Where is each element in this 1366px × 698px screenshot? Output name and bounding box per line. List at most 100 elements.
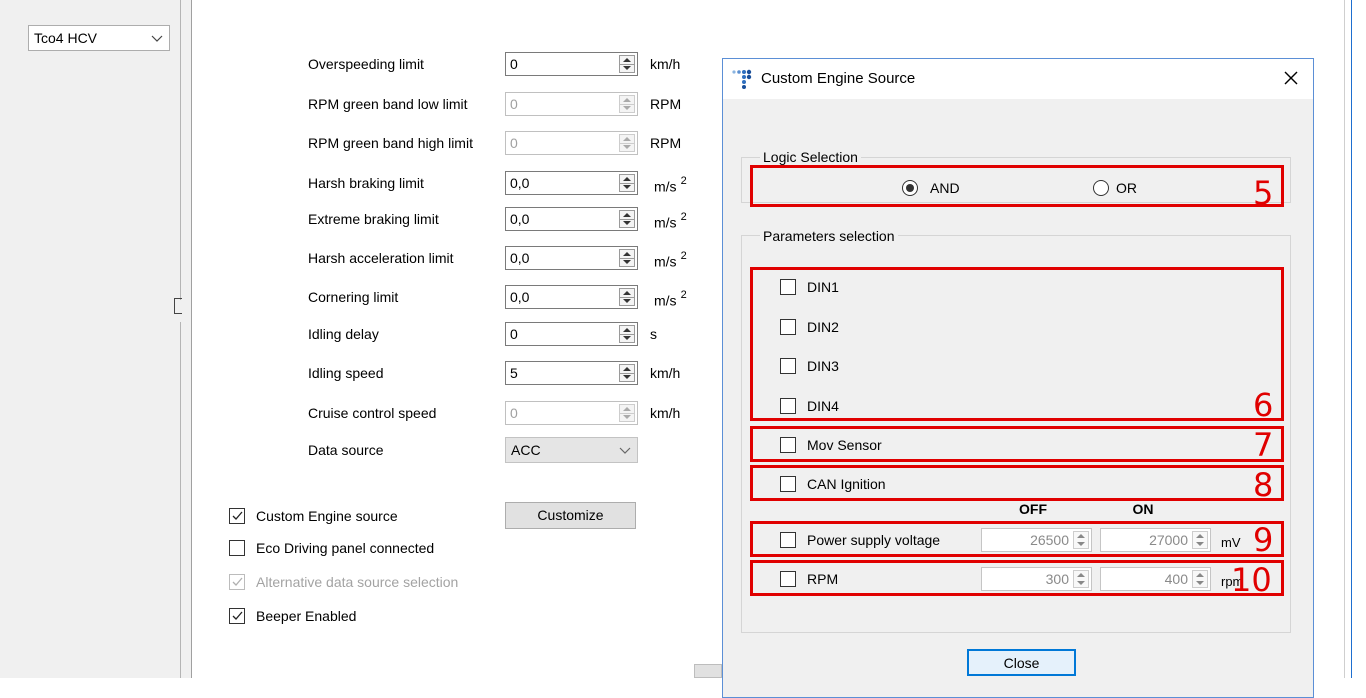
custom-engine-source-label: Custom Engine source <box>256 508 398 524</box>
harsh-braking-limit-label: Harsh braking limit <box>308 175 424 191</box>
annotation-box-8 <box>750 465 1284 501</box>
eco-driving-panel-connected-label: Eco Driving panel connected <box>256 540 435 556</box>
overspeeding-limit-unit: km/h <box>650 54 680 74</box>
spinner-arrows-icon[interactable] <box>619 404 635 422</box>
spinner-arrows-icon[interactable] <box>619 174 635 192</box>
unit-text: km/h <box>650 56 681 72</box>
spinner-arrows-icon[interactable] <box>619 288 635 306</box>
on-header: ON <box>1132 501 1154 517</box>
cruise-control-speed-label: Cruise control speed <box>308 405 437 421</box>
rpm-green-band-low-limit-label: RPM green band low limit <box>308 96 468 112</box>
close-icon[interactable] <box>1281 68 1301 88</box>
extreme-braking-limit-spinner[interactable]: 0,0 <box>505 207 638 231</box>
spinner-arrows-icon[interactable] <box>619 95 635 113</box>
eco-driving-panel-connected-checkbox[interactable] <box>229 540 245 556</box>
cornering-limit-label: Cornering limit <box>308 289 399 305</box>
chevron-down-icon <box>619 447 631 454</box>
harsh-acceleration-limit-label: Harsh acceleration limit <box>308 250 454 266</box>
idling-speed-label: Idling speed <box>308 365 384 381</box>
custom-engine-source-checkbox[interactable] <box>229 508 245 524</box>
harsh-braking-limit-value: 0,0 <box>510 175 530 191</box>
unit-text: s <box>650 326 657 342</box>
idling-delay-label: Idling delay <box>308 326 379 342</box>
beeper-enabled-label: Beeper Enabled <box>256 608 357 624</box>
annotation-number-6: 6 <box>1253 386 1274 424</box>
unit-exponent: 2 <box>680 211 687 223</box>
annotation-number-5: 5 <box>1253 174 1274 212</box>
idling-speed-spinner[interactable]: 5 <box>505 361 638 385</box>
chevron-down-icon <box>151 35 163 42</box>
annotation-box-10 <box>750 560 1284 596</box>
harsh-acceleration-limit-value: 0,0 <box>510 250 530 266</box>
parameters-selection-title: Parameters selection <box>760 227 898 245</box>
din2-checkbox[interactable] <box>780 319 796 335</box>
spinner-arrows-icon[interactable] <box>619 249 635 267</box>
device-select[interactable]: Tco4 HCV <box>28 25 170 51</box>
annotation-number-10: 10 <box>1231 561 1272 599</box>
rpm-green-band-low-limit-spinner[interactable]: 0 <box>505 92 638 116</box>
rpm-green-band-high-limit-spinner[interactable]: 0 <box>505 131 638 155</box>
left-panel: Tco4 HCV <box>0 0 192 678</box>
beeper-enabled-checkbox[interactable] <box>229 608 245 624</box>
idling-speed-unit: km/h <box>650 363 680 383</box>
alternative-data-source-selection-label: Alternative data source selection <box>256 574 459 590</box>
alternative-data-source-selection-checkbox[interactable] <box>229 574 245 590</box>
splitter-handle[interactable] <box>174 298 182 314</box>
harsh-braking-limit-unit: m/s 2 <box>654 173 687 197</box>
unit-exponent: 2 <box>680 289 687 301</box>
idling-delay-unit: s <box>650 324 657 344</box>
data-source-label: Data source <box>308 442 384 458</box>
annotation-box-5 <box>750 165 1284 207</box>
partial-button[interactable] <box>694 664 722 678</box>
idling-delay-value: 0 <box>510 326 518 342</box>
close-button[interactable]: Close <box>967 649 1076 676</box>
unit-text: km/h <box>650 405 681 421</box>
logic-selection-title: Logic Selection <box>760 148 861 166</box>
spinner-arrows-icon[interactable] <box>619 210 635 228</box>
spinner-arrows-icon[interactable] <box>619 325 635 343</box>
din4-checkbox[interactable] <box>780 398 796 414</box>
dialog-titlebar: Custom Engine Source <box>723 59 1313 99</box>
spinner-arrows-icon[interactable] <box>619 134 635 152</box>
dialog-title: Custom Engine Source <box>761 70 916 87</box>
cruise-control-speed-spinner[interactable]: 0 <box>505 401 638 425</box>
din1-checkbox[interactable] <box>780 279 796 295</box>
device-select-value: Tco4 HCV <box>34 30 98 46</box>
harsh-acceleration-limit-unit: m/s 2 <box>654 248 687 272</box>
off-header: OFF <box>1019 501 1047 517</box>
rpm-green-band-high-limit-value: 0 <box>510 135 518 151</box>
unit-text: m/s <box>654 214 677 231</box>
din3-checkbox[interactable] <box>780 358 796 374</box>
unit-text: km/h <box>650 365 681 381</box>
extreme-braking-limit-unit: m/s 2 <box>654 209 687 233</box>
custom-engine-source-dialog: Custom Engine Source Logic Selection AND… <box>722 58 1314 698</box>
idling-speed-value: 5 <box>510 365 518 381</box>
right-scroll-edge <box>1344 0 1366 678</box>
unit-text: m/s <box>654 178 677 195</box>
spinner-arrows-icon[interactable] <box>619 364 635 382</box>
rpm-green-band-low-limit-unit: RPM <box>650 94 681 114</box>
cruise-control-speed-unit: km/h <box>650 403 680 423</box>
idling-delay-spinner[interactable]: 0 <box>505 322 638 346</box>
overspeeding-limit-spinner[interactable]: 0 <box>505 52 638 76</box>
rpm-green-band-high-limit-unit: RPM <box>650 133 681 153</box>
cornering-limit-spinner[interactable]: 0,0 <box>505 285 638 309</box>
harsh-acceleration-limit-spinner[interactable]: 0,0 <box>505 246 638 270</box>
app-logo-icon <box>732 69 752 89</box>
data-source-value: ACC <box>511 442 541 458</box>
divider <box>180 0 181 300</box>
cornering-limit-unit: m/s 2 <box>654 287 687 311</box>
extreme-braking-limit-value: 0,0 <box>510 211 530 227</box>
unit-text: RPM <box>650 135 682 151</box>
spinner-arrows-icon[interactable] <box>619 55 635 73</box>
annotation-number-9: 9 <box>1253 521 1274 559</box>
cornering-limit-value: 0,0 <box>510 289 530 305</box>
din3-label: DIN3 <box>807 358 839 374</box>
harsh-braking-limit-spinner[interactable]: 0,0 <box>505 171 638 195</box>
customize-button[interactable]: Customize <box>505 502 636 529</box>
annotation-box-7 <box>750 426 1284 462</box>
annotation-number-8: 8 <box>1253 466 1274 504</box>
rpm-green-band-low-limit-value: 0 <box>510 96 518 112</box>
data-source-select[interactable]: ACC <box>505 437 638 463</box>
divider <box>180 322 181 678</box>
